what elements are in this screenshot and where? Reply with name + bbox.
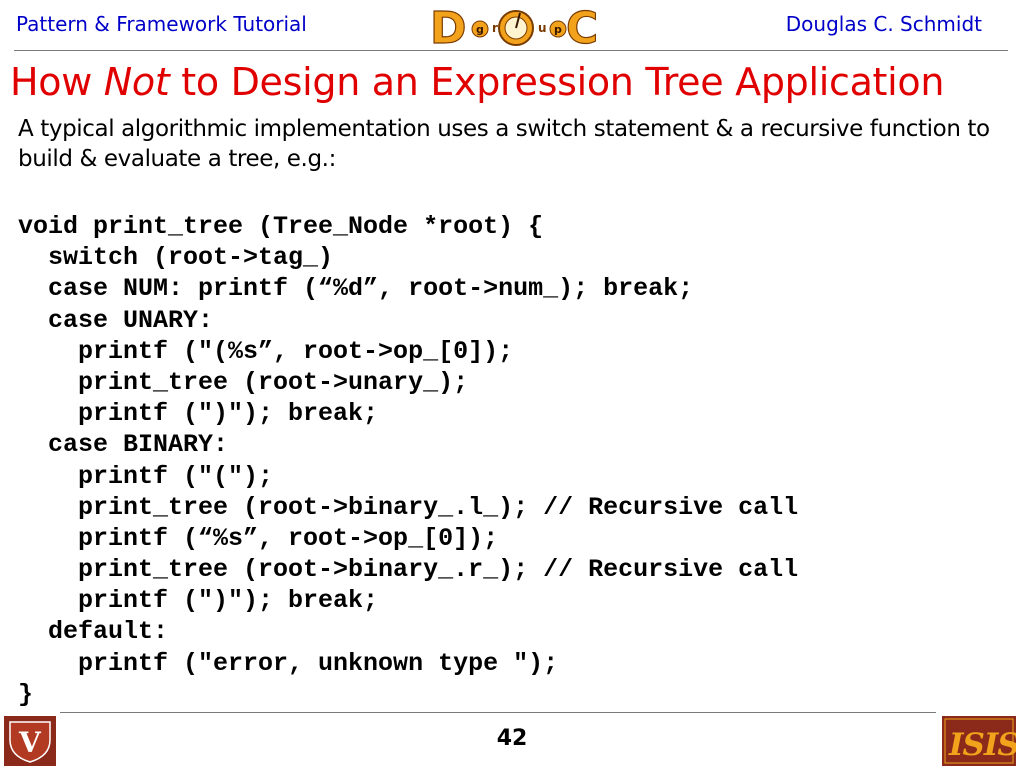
code-line: print_tree (root->binary_.l_); // Recurs…	[18, 492, 799, 522]
title-part-1: How	[10, 60, 104, 104]
code-line: switch (root->tag_)	[18, 243, 334, 273]
code-line: print_tree (root->binary_.r_); // Recurs…	[18, 555, 799, 585]
header-author: Douglas C. Schmidt	[785, 12, 982, 36]
logo-letter-g: g	[476, 23, 484, 36]
logo-letter-d: D	[430, 3, 467, 49]
code-line: }	[18, 679, 34, 709]
vanderbilt-logo-letter: V	[18, 726, 42, 759]
footer-divider	[60, 712, 936, 713]
doc-group-logo-icon: D g r o u p C	[428, 2, 598, 54]
code-line: printf ("(");	[18, 461, 274, 491]
intro-paragraph: A typical algorithmic implementation use…	[18, 116, 990, 172]
page-number: 42	[496, 726, 528, 751]
code-line: case NUM: printf (“%d”, root->num_); bre…	[18, 274, 694, 304]
logo-letter-u: u	[538, 21, 547, 35]
code-line: void print_tree (Tree_Node *root) {	[18, 212, 544, 241]
vanderbilt-logo-icon: V	[4, 716, 56, 766]
header-course-title: Pattern & Framework Tutorial	[16, 12, 307, 36]
code-line: printf (")"); break;	[18, 586, 379, 616]
code-line: print_tree (root->unary_);	[18, 367, 469, 397]
code-line: printf ("(%s”, root->op_[0]);	[18, 336, 514, 366]
logo-letter-c: C	[566, 3, 596, 49]
code-line: default:	[18, 617, 169, 647]
logo-letter-r: r	[492, 21, 498, 35]
code-block: void print_tree (Tree_Node *root) { swit…	[18, 211, 798, 710]
code-line: printf (")"); break;	[18, 399, 379, 429]
logo-letter-p: p	[554, 23, 562, 36]
code-line: case UNARY:	[18, 305, 214, 335]
title-emphasis: Not	[103, 60, 170, 104]
title-part-2: to Design an Expression Tree Application	[169, 60, 945, 104]
code-line: printf ("error, unknown type ");	[18, 648, 559, 678]
header-divider	[14, 50, 1008, 51]
code-line: printf (“%s”, root->op_[0]);	[18, 523, 499, 553]
isis-logo-icon: ISIS	[942, 716, 1020, 766]
isis-logo-letters: ISIS	[948, 727, 1016, 763]
slide-title: How Not to Design an Expression Tree App…	[10, 60, 944, 104]
code-line: case BINARY:	[18, 430, 229, 460]
